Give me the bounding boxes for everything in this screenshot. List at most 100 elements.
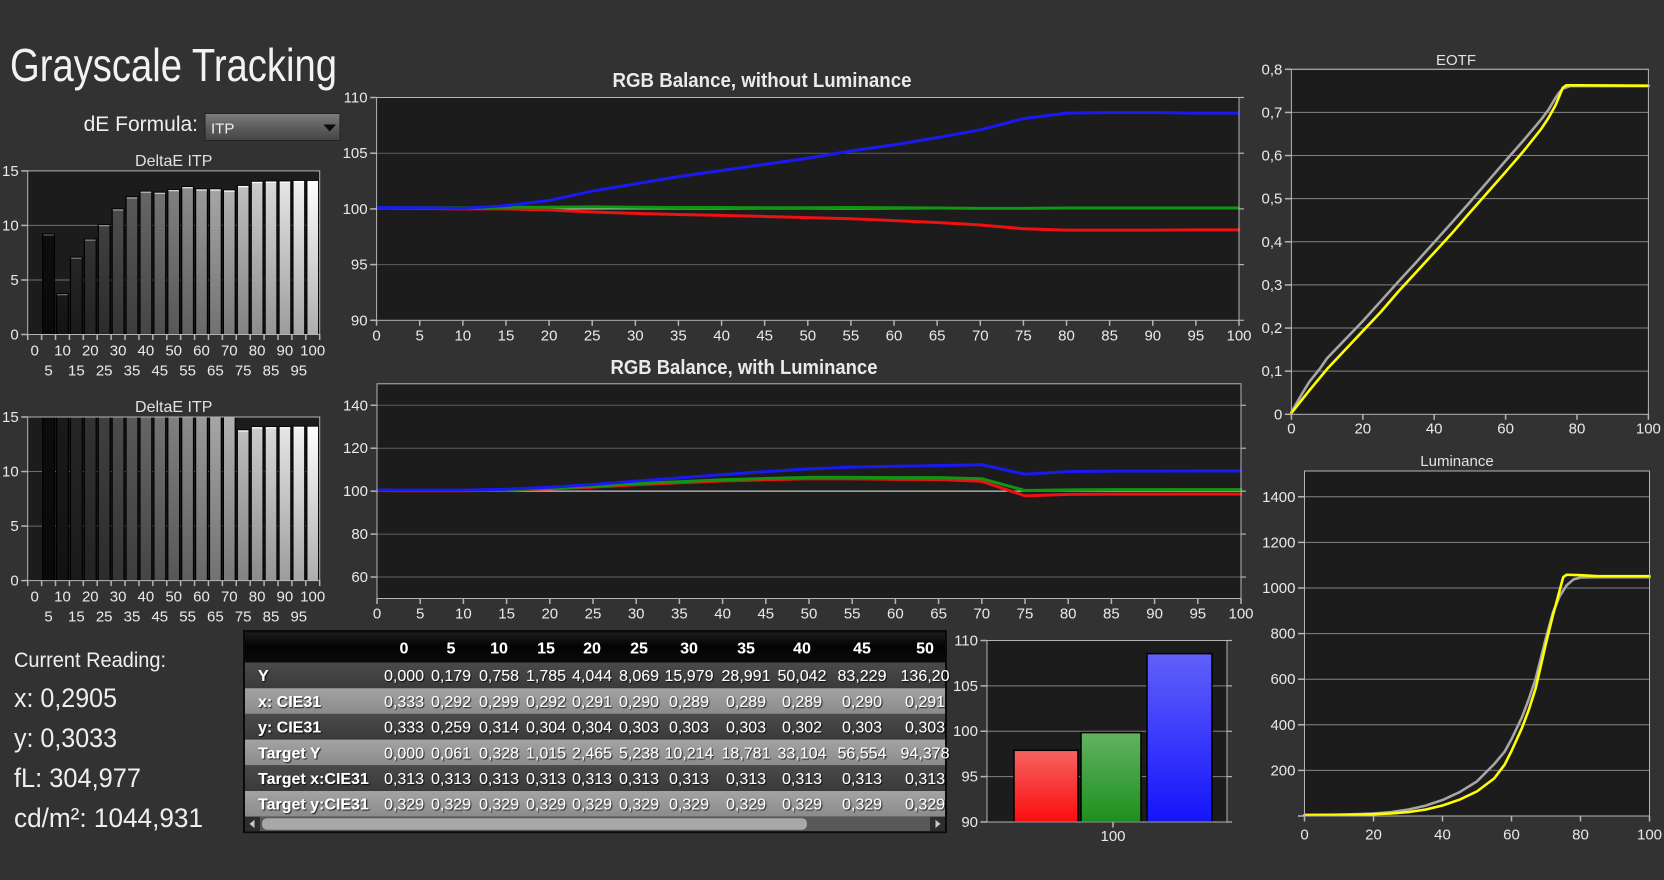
- svg-text:15,979: 15,979: [665, 668, 714, 685]
- svg-text:0: 0: [400, 641, 409, 658]
- svg-text:0,4: 0,4: [1262, 234, 1283, 251]
- svg-text:Y: Y: [258, 668, 269, 685]
- svg-text:15: 15: [2, 409, 19, 426]
- svg-text:0,313: 0,313: [782, 771, 822, 788]
- svg-text:70: 70: [221, 343, 238, 360]
- svg-text:65: 65: [930, 606, 947, 623]
- svg-text:5: 5: [416, 327, 424, 344]
- svg-text:800: 800: [1270, 626, 1295, 643]
- svg-text:0,259: 0,259: [431, 720, 471, 737]
- svg-text:0,329: 0,329: [669, 797, 709, 814]
- svg-text:65: 65: [207, 609, 224, 626]
- svg-text:75: 75: [235, 363, 252, 380]
- svg-text:35: 35: [737, 641, 755, 658]
- svg-text:200: 200: [1270, 762, 1295, 779]
- svg-text:0,7: 0,7: [1262, 104, 1283, 121]
- svg-text:60: 60: [351, 569, 368, 586]
- svg-text:35: 35: [670, 327, 687, 344]
- svg-text:DeltaE ITP: DeltaE ITP: [135, 153, 212, 170]
- svg-text:10: 10: [2, 464, 19, 481]
- svg-text:RGB Balance, without Luminance: RGB Balance, without Luminance: [613, 70, 912, 92]
- svg-text:40: 40: [713, 327, 730, 344]
- svg-text:60: 60: [886, 327, 903, 344]
- svg-text:0,000: 0,000: [384, 745, 424, 762]
- svg-text:105: 105: [343, 145, 368, 162]
- svg-text:35: 35: [124, 609, 141, 626]
- svg-text:10: 10: [454, 327, 471, 344]
- svg-text:DeltaE ITP: DeltaE ITP: [135, 399, 212, 416]
- svg-text:0,291: 0,291: [572, 694, 612, 711]
- svg-text:45: 45: [853, 641, 871, 658]
- svg-text:45: 45: [151, 609, 168, 626]
- svg-text:50,042: 50,042: [778, 668, 827, 685]
- svg-text:60: 60: [887, 606, 904, 623]
- svg-text:x: 0,2905: x: 0,2905: [14, 683, 117, 713]
- svg-text:0,292: 0,292: [431, 694, 471, 711]
- svg-text:2,465: 2,465: [572, 745, 612, 762]
- svg-text:40: 40: [714, 606, 731, 623]
- svg-text:90: 90: [1146, 606, 1163, 623]
- svg-text:90: 90: [277, 343, 294, 360]
- svg-text:80: 80: [1569, 421, 1586, 438]
- svg-text:85: 85: [263, 363, 280, 380]
- svg-text:90: 90: [961, 814, 978, 831]
- svg-text:90: 90: [351, 312, 368, 329]
- svg-text:100: 100: [343, 483, 368, 500]
- svg-text:0: 0: [1300, 827, 1308, 844]
- svg-text:0,313: 0,313: [526, 771, 566, 788]
- svg-text:100: 100: [1636, 421, 1661, 438]
- svg-text:45: 45: [757, 606, 774, 623]
- svg-text:Target y:CIE31: Target y:CIE31: [258, 797, 369, 814]
- svg-text:65: 65: [207, 363, 224, 380]
- svg-text:140: 140: [343, 397, 368, 414]
- svg-text:20: 20: [82, 589, 99, 606]
- svg-text:50: 50: [799, 327, 816, 344]
- svg-text:55: 55: [179, 609, 196, 626]
- svg-text:0,313: 0,313: [669, 771, 709, 788]
- svg-text:18,781: 18,781: [722, 745, 771, 762]
- svg-text:0,299: 0,299: [479, 694, 519, 711]
- svg-text:120: 120: [343, 440, 368, 457]
- svg-text:1,785: 1,785: [526, 668, 566, 685]
- svg-text:0: 0: [373, 606, 381, 623]
- svg-text:70: 70: [973, 606, 990, 623]
- svg-text:35: 35: [124, 363, 141, 380]
- svg-text:0,314: 0,314: [479, 720, 519, 737]
- svg-text:0,304: 0,304: [526, 720, 566, 737]
- svg-text:0,6: 0,6: [1262, 148, 1283, 165]
- svg-text:20: 20: [1354, 421, 1371, 438]
- svg-text:0,329: 0,329: [431, 797, 471, 814]
- svg-text:400: 400: [1270, 717, 1295, 734]
- svg-text:85: 85: [263, 609, 280, 626]
- svg-text:100: 100: [1228, 606, 1253, 623]
- svg-text:8,069: 8,069: [619, 668, 659, 685]
- svg-text:100: 100: [300, 589, 325, 606]
- svg-text:1200: 1200: [1262, 534, 1295, 551]
- svg-text:fL: 304,977: fL: 304,977: [14, 763, 141, 793]
- svg-text:Grayscale Tracking: Grayscale Tracking: [10, 39, 337, 91]
- svg-text:100: 100: [953, 723, 978, 740]
- svg-text:40: 40: [1426, 421, 1443, 438]
- svg-text:0,329: 0,329: [782, 797, 822, 814]
- svg-text:56,554: 56,554: [838, 745, 887, 762]
- svg-text:55: 55: [179, 363, 196, 380]
- svg-text:60: 60: [193, 589, 210, 606]
- svg-text:0: 0: [31, 343, 39, 360]
- svg-text:0,3: 0,3: [1262, 277, 1283, 294]
- svg-text:85: 85: [1103, 606, 1120, 623]
- svg-text:0,290: 0,290: [619, 694, 659, 711]
- svg-text:0,289: 0,289: [726, 694, 766, 711]
- svg-text:20: 20: [541, 327, 558, 344]
- svg-text:10: 10: [54, 589, 71, 606]
- svg-text:0,2: 0,2: [1262, 320, 1283, 337]
- svg-text:0,8: 0,8: [1262, 61, 1283, 78]
- svg-text:0,000: 0,000: [384, 668, 424, 685]
- svg-text:45: 45: [756, 327, 773, 344]
- svg-text:15: 15: [498, 327, 515, 344]
- svg-text:0: 0: [1274, 406, 1282, 423]
- svg-text:1400: 1400: [1262, 489, 1295, 506]
- svg-text:0: 0: [372, 327, 380, 344]
- svg-text:25: 25: [96, 609, 113, 626]
- svg-text:10: 10: [490, 641, 508, 658]
- svg-text:0,329: 0,329: [572, 797, 612, 814]
